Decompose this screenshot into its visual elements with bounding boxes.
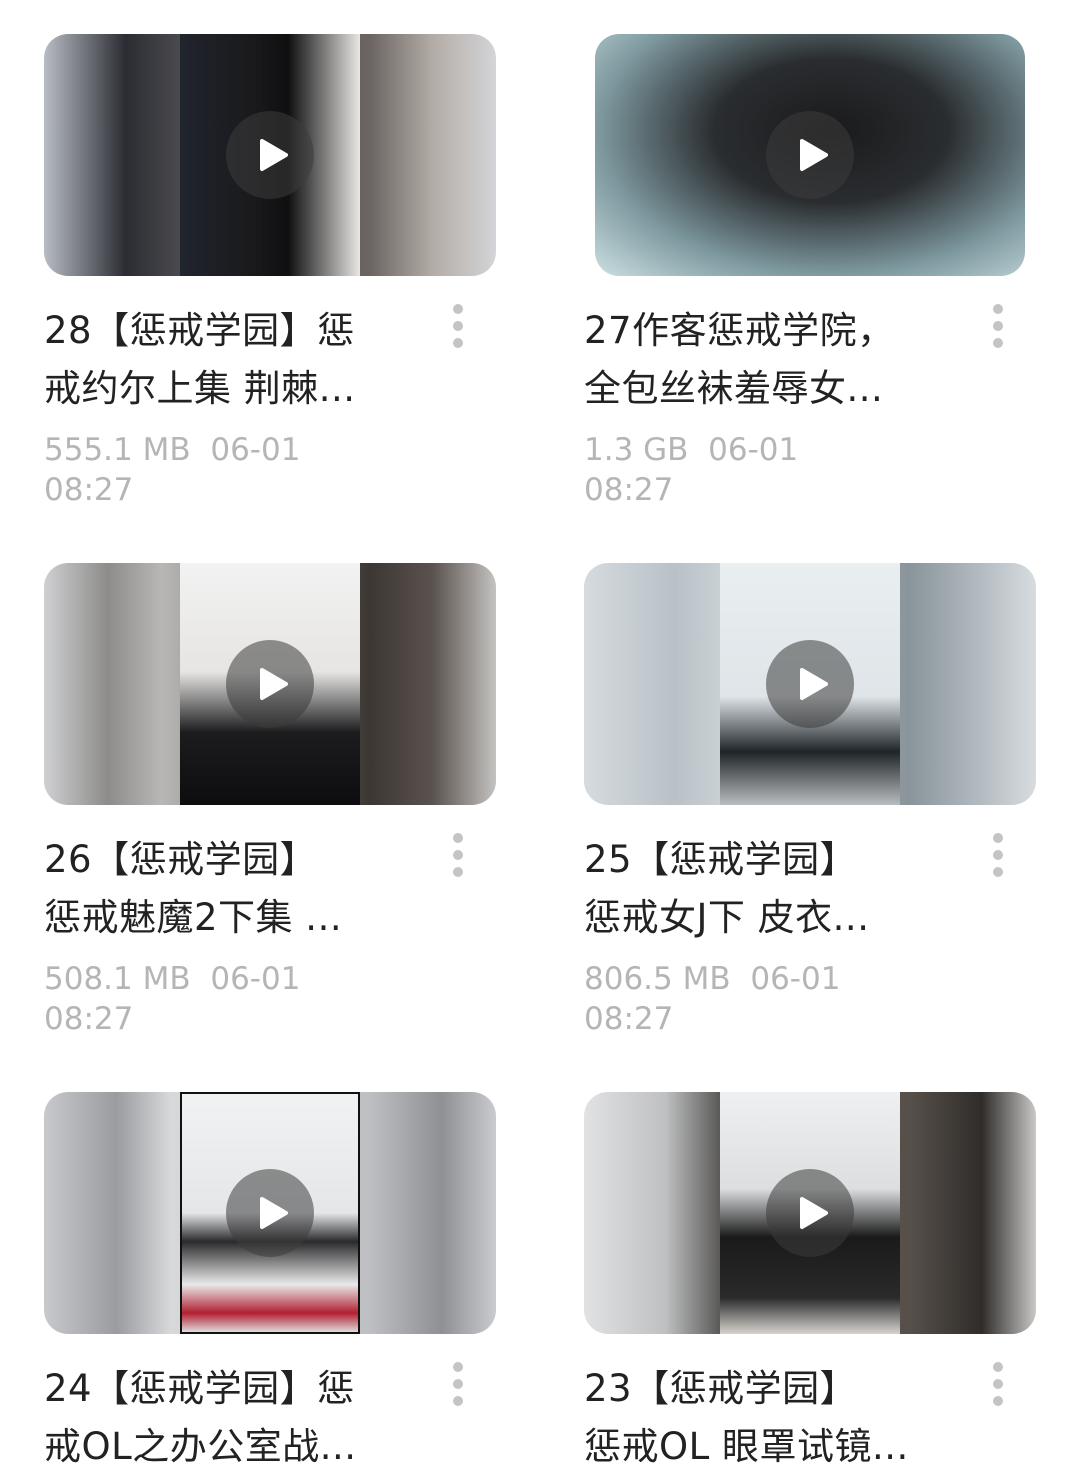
play-icon[interactable] — [766, 1169, 854, 1257]
video-title[interactable]: 24【惩戒学园】惩 戒OL之办公室战... — [44, 1360, 404, 1476]
more-vertical-icon[interactable] — [986, 304, 1010, 348]
video-grid: 28【惩戒学园】惩 戒约尔上集 荆棘... 555.1 MB 06-01 08:… — [0, 0, 1080, 1468]
video-card[interactable]: 23【惩戒学园】 惩戒OL 眼罩试镜... — [584, 1092, 1036, 1468]
more-vertical-icon[interactable] — [986, 1362, 1010, 1406]
video-card[interactable]: 24【惩戒学园】惩 戒OL之办公室战... — [44, 1092, 496, 1468]
more-vertical-icon[interactable] — [446, 1362, 470, 1406]
more-vertical-icon[interactable] — [446, 304, 470, 348]
video-thumbnail[interactable] — [44, 563, 496, 805]
play-icon[interactable] — [226, 111, 314, 199]
more-vertical-icon[interactable] — [446, 833, 470, 877]
play-icon[interactable] — [766, 640, 854, 728]
play-icon[interactable] — [766, 111, 854, 199]
video-title[interactable]: 28【惩戒学园】惩 戒约尔上集 荆棘... — [44, 302, 404, 418]
video-thumbnail[interactable] — [44, 34, 496, 276]
video-title[interactable]: 26【惩戒学园】 惩戒魅魔2下集 ... — [44, 831, 404, 947]
video-meta: 555.1 MB 06-01 08:27 — [44, 432, 301, 508]
play-icon[interactable] — [226, 640, 314, 728]
video-meta: 508.1 MB 06-01 08:27 — [44, 961, 301, 1037]
video-thumbnail[interactable] — [595, 34, 1025, 276]
video-thumbnail[interactable] — [44, 1092, 496, 1334]
video-title[interactable]: 27作客惩戒学院， 全包丝袜羞辱女... — [584, 302, 944, 418]
play-icon[interactable] — [226, 1169, 314, 1257]
video-title[interactable]: 25【惩戒学园】 惩戒女J下 皮衣... — [584, 831, 944, 947]
video-card[interactable]: 28【惩戒学园】惩 戒约尔上集 荆棘... 555.1 MB 06-01 08:… — [44, 34, 496, 508]
video-card[interactable]: 25【惩戒学园】 惩戒女J下 皮衣... 806.5 MB 06-01 08:2… — [584, 563, 1036, 1037]
video-card[interactable]: 27作客惩戒学院， 全包丝袜羞辱女... 1.3 GB 06-01 08:27 — [584, 34, 1036, 508]
video-thumbnail[interactable] — [584, 563, 1036, 805]
video-thumbnail[interactable] — [584, 1092, 1036, 1334]
video-meta: 1.3 GB 06-01 08:27 — [584, 432, 799, 508]
video-meta: 806.5 MB 06-01 08:27 — [584, 961, 841, 1037]
video-card[interactable]: 26【惩戒学园】 惩戒魅魔2下集 ... 508.1 MB 06-01 08:2… — [44, 563, 496, 1037]
video-title[interactable]: 23【惩戒学园】 惩戒OL 眼罩试镜... — [584, 1360, 944, 1476]
more-vertical-icon[interactable] — [986, 833, 1010, 877]
